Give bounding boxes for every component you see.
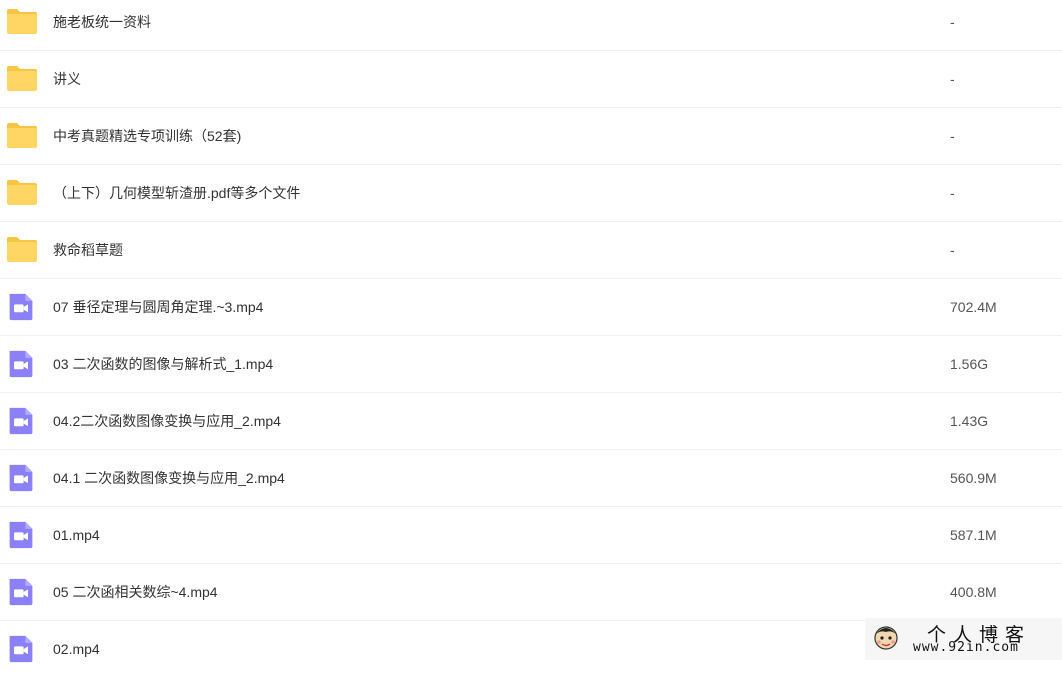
file-size: 587.1M	[950, 527, 997, 543]
file-name: 04.2二次函数图像变换与应用_2.mp4	[53, 413, 281, 429]
file-name: 救命稻草题	[53, 242, 123, 258]
file-name: 中考真题精选专项训练（52套)	[53, 128, 242, 144]
file-size: -	[950, 242, 955, 258]
folder-row[interactable]: （上下）几何模型斩渣册.pdf等多个文件 -	[0, 165, 1062, 222]
folder-row[interactable]: 讲义 -	[0, 51, 1062, 108]
file-name: 施老板统一资料	[53, 14, 151, 30]
folder-icon	[7, 9, 37, 34]
folder-icon	[7, 180, 37, 205]
file-name: 05 二次函相关数综~4.mp4	[53, 584, 218, 600]
video-file-icon	[9, 293, 33, 321]
file-size: -	[950, 71, 955, 87]
file-name: 03 二次函数的图像与解析式_1.mp4	[53, 356, 274, 372]
video-file-icon	[9, 407, 33, 435]
file-size: -	[950, 185, 955, 201]
folder-row[interactable]: 救命稻草题 -	[0, 222, 1062, 279]
video-file-icon	[9, 635, 33, 663]
file-size: -	[950, 14, 955, 30]
file-size: 702.4M	[950, 299, 997, 315]
file-row[interactable]: 04.1 二次函数图像变换与应用_2.mp4 560.9M	[0, 450, 1062, 507]
file-name: 01.mp4	[53, 527, 100, 543]
folder-icon	[7, 237, 37, 262]
file-row[interactable]: 04.2二次函数图像变换与应用_2.mp4 1.43G	[0, 393, 1062, 450]
video-file-icon	[9, 350, 33, 378]
file-name: （上下）几何模型斩渣册.pdf等多个文件	[53, 185, 301, 201]
file-size: -	[950, 128, 955, 144]
watermark-url: www.92in.com	[913, 640, 1019, 655]
file-name: 讲义	[53, 71, 81, 87]
file-name: 02.mp4	[53, 641, 100, 657]
file-row[interactable]: 03 二次函数的图像与解析式_1.mp4 1.56G	[0, 336, 1062, 393]
file-size: 1.56G	[950, 356, 989, 372]
file-name: 07 垂径定理与圆周角定理.~3.mp4	[53, 299, 264, 315]
folder-row[interactable]: 施老板统一资料 -	[0, 0, 1062, 51]
file-size: 560.9M	[950, 470, 997, 486]
video-file-icon	[9, 578, 33, 606]
file-size: 400.8M	[950, 584, 997, 600]
blog-avatar-icon	[874, 626, 898, 650]
folder-row[interactable]: 中考真题精选专项训练（52套) -	[0, 108, 1062, 165]
watermark: 个人博客 www.92in.com	[865, 618, 1062, 660]
file-size: 1.43G	[950, 413, 989, 429]
video-file-icon	[9, 464, 33, 492]
file-row[interactable]: 01.mp4 587.1M	[0, 507, 1062, 564]
file-row[interactable]: 07 垂径定理与圆周角定理.~3.mp4 702.4M	[0, 279, 1062, 336]
file-row[interactable]: 05 二次函相关数综~4.mp4 400.8M	[0, 564, 1062, 621]
file-list: 施老板统一资料 - 讲义 - 中考真题精选专项训练（52套) - （上下）几何模型斩渣册.p…	[0, 0, 1062, 677]
file-name: 04.1 二次函数图像变换与应用_2.mp4	[53, 470, 285, 486]
video-file-icon	[9, 521, 33, 549]
folder-icon	[7, 123, 37, 148]
folder-icon	[7, 66, 37, 91]
